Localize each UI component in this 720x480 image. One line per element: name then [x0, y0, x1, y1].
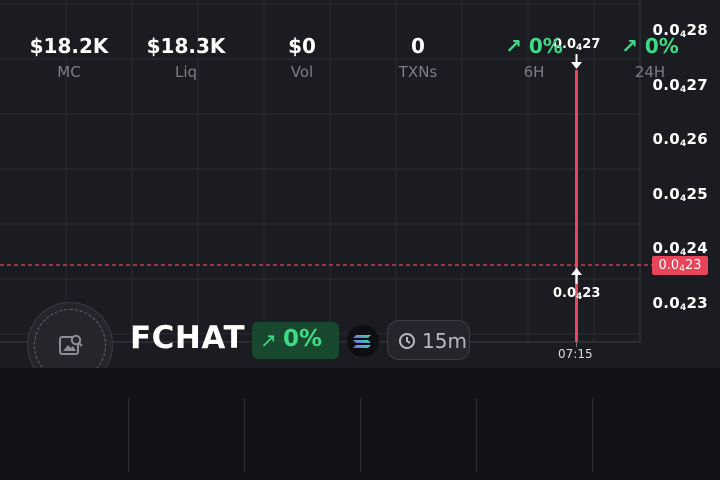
divider [128, 398, 129, 472]
current-price-tag: 0.0423 [652, 256, 708, 275]
image-search-icon [59, 334, 83, 355]
divider [476, 398, 477, 472]
price-change-badge: ↗ 0% [252, 322, 339, 359]
y-axis-label: 0.0423 [652, 294, 708, 313]
divider [360, 398, 361, 472]
interval-selector[interactable]: 15m [387, 320, 470, 360]
arrow-up-right-icon: ↗ [621, 34, 645, 58]
arrow-up-right-icon: ↗ [260, 328, 277, 352]
y-axis-label: 0.0426 [652, 130, 708, 149]
low-marker-arrow [571, 268, 582, 284]
solana-icon [347, 325, 379, 357]
stat-24h-change: ↗ 0% 24H [621, 34, 679, 81]
interval-label: 15m [422, 329, 467, 353]
stat-volume: $0 Vol [288, 34, 316, 81]
stat-transactions: 0 TXNs [398, 34, 438, 81]
x-axis-time-label: 07:15 [558, 347, 593, 361]
stat-market-cap: $18.2K MC [29, 34, 109, 81]
stat-6h-change: ↗ 0% 6H [505, 34, 563, 81]
token-name: FCHAT [130, 320, 246, 356]
y-axis-label: 0.0425 [652, 185, 708, 204]
divider [244, 398, 245, 472]
low-price-annotation: 0.0423 [553, 286, 601, 302]
stat-liquidity: $18.3K Liq [146, 34, 226, 81]
clock-icon [399, 333, 415, 349]
divider [592, 398, 593, 472]
arrow-up-right-icon: ↗ [505, 34, 529, 58]
price-change-value: 0% [283, 326, 323, 352]
